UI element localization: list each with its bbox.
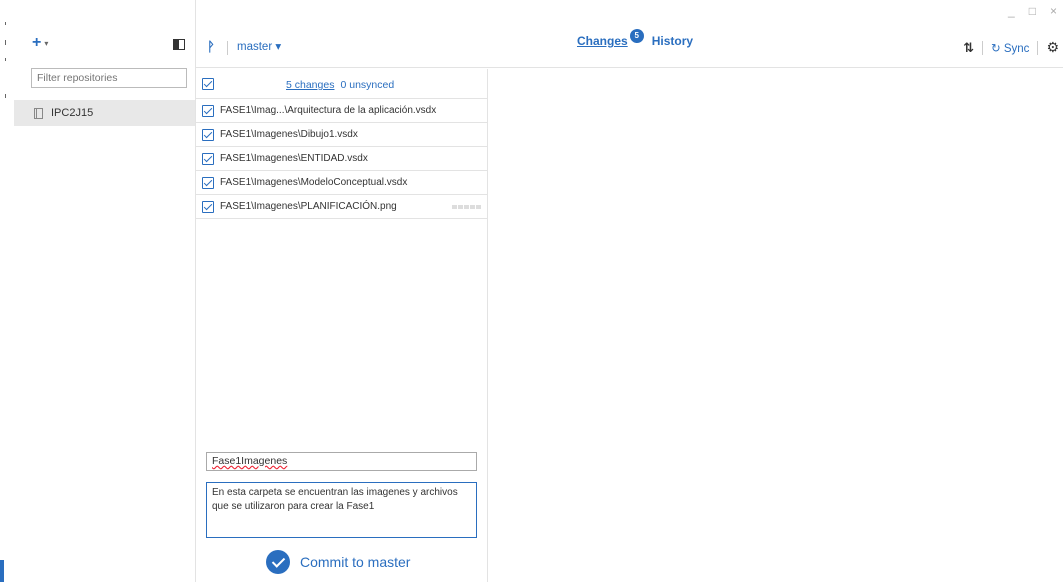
commit-description-input[interactable]: En esta carpeta se encuentran las imagen… bbox=[206, 482, 477, 538]
branch-icon: ᚹ bbox=[207, 39, 215, 54]
changes-header: 5 changes 0 unsynced bbox=[196, 69, 487, 99]
repository-sidebar: + ▾ IPC2J15 bbox=[14, 0, 196, 582]
caret-down-icon: ▾ bbox=[44, 38, 49, 48]
branch-selector[interactable]: master ▾ bbox=[237, 39, 281, 53]
window-controls: _ □ × bbox=[1008, 4, 1057, 18]
sync-button[interactable]: ↻ Sync bbox=[991, 41, 1029, 55]
file-path: FASE1\Imag...\Arquitectura de la aplicac… bbox=[220, 105, 437, 116]
file-checkbox[interactable] bbox=[202, 128, 214, 141]
commit-button-label: Commit to master bbox=[300, 554, 411, 570]
gear-icon[interactable]: ⚙ bbox=[1046, 39, 1059, 56]
file-checkbox[interactable] bbox=[202, 152, 214, 165]
changes-summary: 5 changes 0 unsynced bbox=[286, 79, 394, 91]
add-repository-button[interactable]: + ▾ bbox=[32, 34, 48, 52]
check-icon bbox=[266, 550, 290, 574]
changed-files-list: FASE1\Imag...\Arquitectura de la aplicac… bbox=[196, 99, 487, 219]
commit-summary-input[interactable]: Fase1Imagenes bbox=[206, 452, 477, 471]
sync-icon: ↻ bbox=[991, 42, 1001, 55]
tab-changes[interactable]: Changes 5 bbox=[577, 29, 644, 48]
view-tabs: Changes 5 History bbox=[577, 29, 693, 48]
divider bbox=[1037, 40, 1039, 55]
commit-button[interactable]: Commit to master bbox=[266, 550, 410, 574]
file-path: FASE1\Imagenes\ENTIDAD.vsdx bbox=[220, 153, 368, 164]
toggle-sidebar-icon[interactable] bbox=[173, 39, 185, 50]
changes-count-link[interactable]: 5 changes bbox=[286, 79, 334, 91]
filter-repositories-input[interactable] bbox=[31, 68, 187, 88]
file-path: FASE1\Imagenes\PLANIFICACIÓN.png bbox=[220, 201, 397, 212]
edge-mark bbox=[5, 58, 6, 61]
file-path: FASE1\Imagenes\Dibujo1.vsdx bbox=[220, 129, 358, 140]
repository-icon bbox=[34, 107, 43, 119]
file-row[interactable]: FASE1\Imagenes\Dibujo1.vsdx bbox=[196, 123, 487, 147]
window-left-edge bbox=[0, 0, 14, 582]
edge-mark bbox=[5, 22, 6, 25]
changes-panel: 5 changes 0 unsynced FASE1\Imag...\Arqui… bbox=[196, 69, 488, 582]
pull-request-icon[interactable]: ⇅ bbox=[963, 40, 974, 56]
unsynced-count: 0 unsynced bbox=[340, 79, 395, 91]
top-toolbar: ᚹ master ▾ Changes 5 History ⇅ ↻ Sync ⚙ bbox=[196, 28, 1063, 68]
file-checkbox[interactable] bbox=[202, 104, 214, 117]
file-change-indicator bbox=[452, 205, 482, 209]
file-path: FASE1\Imagenes\ModeloConceptual.vsdx bbox=[220, 177, 408, 188]
changes-count-badge: 5 bbox=[629, 29, 644, 43]
divider bbox=[982, 40, 984, 55]
minimize-button[interactable]: _ bbox=[1008, 4, 1015, 18]
repository-item[interactable]: IPC2J15 bbox=[14, 100, 195, 126]
file-checkbox[interactable] bbox=[202, 200, 214, 213]
file-row[interactable]: FASE1\Imagenes\ModeloConceptual.vsdx bbox=[196, 171, 487, 195]
repository-name: IPC2J15 bbox=[51, 107, 94, 119]
edge-mark bbox=[5, 40, 6, 45]
maximize-button[interactable]: □ bbox=[1029, 4, 1036, 18]
close-button[interactable]: × bbox=[1050, 4, 1057, 18]
edge-mark bbox=[5, 94, 6, 98]
file-row[interactable]: FASE1\Imag...\Arquitectura de la aplicac… bbox=[196, 99, 487, 123]
commit-area: Fase1Imagenes En esta carpeta se encuent… bbox=[196, 443, 487, 582]
tab-changes-label: Changes bbox=[577, 34, 628, 48]
tab-history[interactable]: History bbox=[652, 34, 693, 48]
file-row[interactable]: FASE1\Imagenes\PLANIFICACIÓN.png bbox=[196, 195, 487, 219]
toolbar-actions: ⇅ ↻ Sync ⚙ bbox=[963, 39, 1059, 56]
file-row[interactable]: FASE1\Imagenes\ENTIDAD.vsdx bbox=[196, 147, 487, 171]
plus-icon: + bbox=[32, 34, 42, 51]
file-checkbox[interactable] bbox=[202, 176, 214, 189]
edge-accent bbox=[0, 560, 4, 582]
select-all-checkbox[interactable] bbox=[202, 78, 214, 90]
commit-summary-text: Fase1Imagenes bbox=[212, 455, 288, 467]
divider bbox=[227, 41, 228, 55]
sync-label: Sync bbox=[1003, 42, 1030, 55]
